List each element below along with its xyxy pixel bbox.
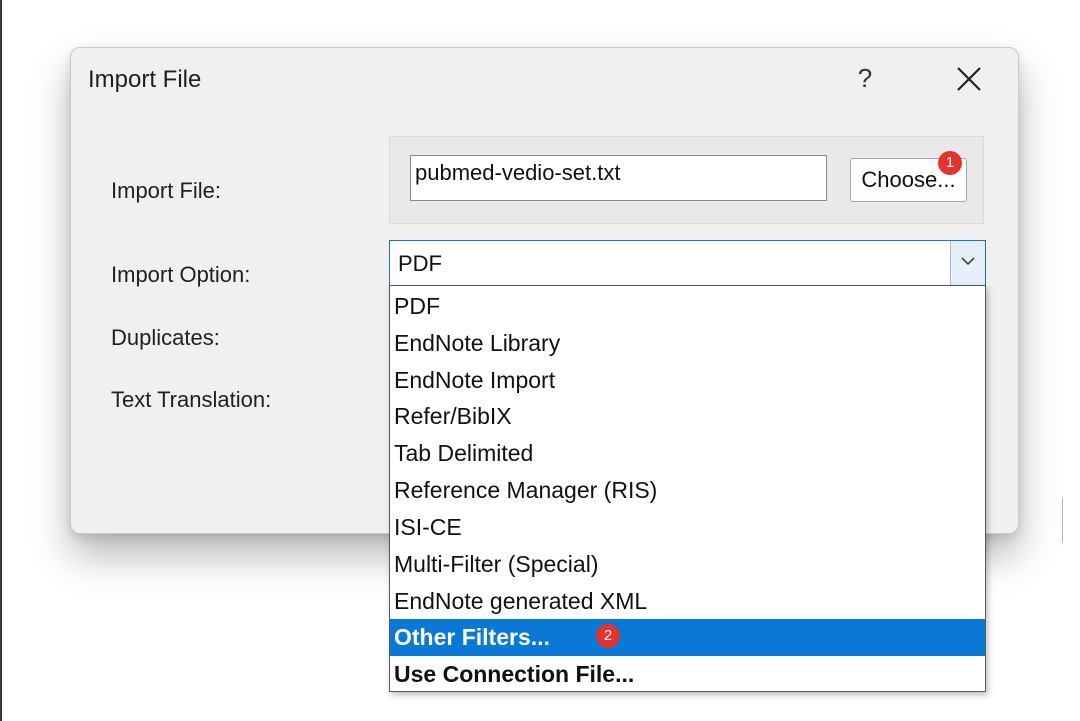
import-option-label: Import Option: xyxy=(111,262,251,287)
close-button[interactable] xyxy=(949,61,989,97)
dropdown-item-refer-bibix[interactable]: Refer/BibIX xyxy=(390,398,985,435)
select-arrow-button[interactable] xyxy=(950,241,985,285)
help-button[interactable]: ? xyxy=(849,62,881,94)
window-frame-edge xyxy=(0,0,2,721)
dropdown-item-endnote-import[interactable]: EndNote Import xyxy=(390,362,985,399)
import-file-label: Import File: xyxy=(111,178,222,203)
hidden-button-edge xyxy=(1058,498,1063,543)
dropdown-item-tab-delimited[interactable]: Tab Delimited xyxy=(390,435,985,472)
chevron-down-icon xyxy=(961,257,975,266)
import-file-panel: pubmed-vedio-set.txt Choose... xyxy=(389,136,984,224)
import-option-value: PDF xyxy=(398,251,442,276)
dropdown-item-isi-ce[interactable]: ISI-CE xyxy=(390,509,985,546)
step-badge-1: 1 xyxy=(938,151,962,175)
dropdown-item-endnote-xml[interactable]: EndNote generated XML xyxy=(390,583,985,620)
dropdown-item-use-connection-file[interactable]: Use Connection File... xyxy=(390,656,985,693)
dialog-title: Import File xyxy=(88,66,202,93)
close-icon xyxy=(957,67,981,91)
text-translation-label: Text Translation: xyxy=(111,387,272,412)
import-file-field[interactable]: pubmed-vedio-set.txt xyxy=(410,155,827,201)
dropdown-item-multi-filter[interactable]: Multi-Filter (Special) xyxy=(390,546,985,583)
import-option-dropdown-list: PDF EndNote Library EndNote Import Refer… xyxy=(389,285,986,692)
dropdown-item-reference-manager-ris[interactable]: Reference Manager (RIS) xyxy=(390,472,985,509)
dropdown-item-pdf[interactable]: PDF xyxy=(390,288,985,325)
step-badge-2: 2 xyxy=(596,624,620,648)
import-option-select[interactable]: PDF xyxy=(389,240,986,286)
dropdown-item-endnote-library[interactable]: EndNote Library xyxy=(390,325,985,362)
duplicates-label: Duplicates: xyxy=(111,325,220,350)
dropdown-item-other-filters[interactable]: Other Filters... xyxy=(390,619,985,656)
